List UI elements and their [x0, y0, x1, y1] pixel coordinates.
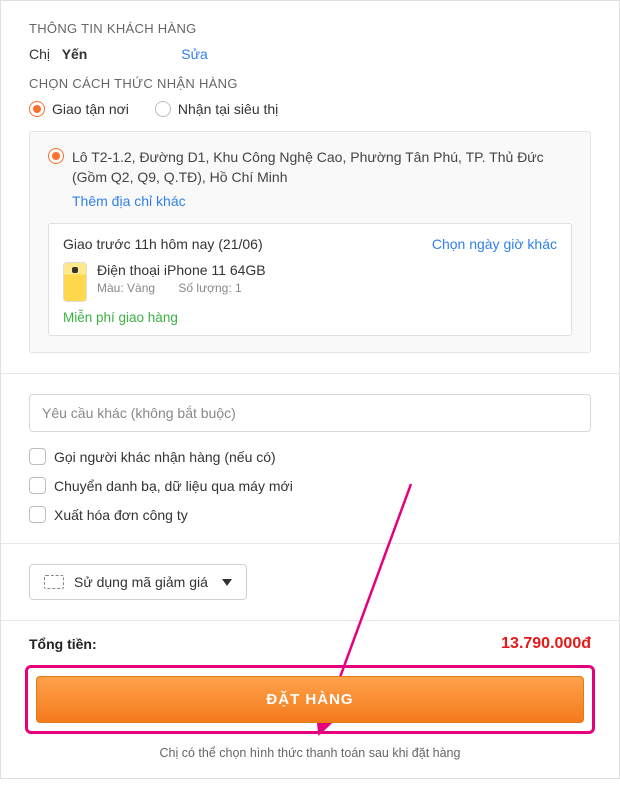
- radio-dot-icon: [48, 148, 64, 164]
- customer-section-title: THÔNG TIN KHÁCH HÀNG: [29, 21, 591, 36]
- check-invoice-label: Xuất hóa đơn công ty: [54, 507, 188, 523]
- radio-store-label: Nhận tại siêu thị: [178, 101, 278, 117]
- checkbox-icon: [29, 448, 46, 465]
- radio-home-label: Giao tận nơi: [52, 101, 129, 117]
- check-invoice[interactable]: Xuất hóa đơn công ty: [29, 506, 591, 523]
- radio-dot-icon: [155, 101, 171, 117]
- product-color: Màu: Vàng: [97, 281, 155, 295]
- customer-name: Yến: [62, 46, 88, 62]
- free-ship-text: Miễn phí giao hàng: [63, 310, 557, 325]
- summary-section: Tổng tiền: 13.790.000đ ĐẶT HÀNG Chị có t…: [1, 621, 619, 778]
- address-block: Lô T2-1.2, Đường D1, Khu Công Nghệ Cao, …: [72, 148, 572, 209]
- product-meta: Màu: Vàng Số lượng: 1: [97, 281, 266, 295]
- chevron-down-icon: [222, 579, 232, 586]
- note-input[interactable]: [29, 394, 591, 432]
- product-thumb-icon: [63, 262, 87, 302]
- radio-store-pickup[interactable]: Nhận tại siêu thị: [155, 101, 278, 117]
- radio-address[interactable]: [48, 148, 64, 164]
- checkbox-icon: [29, 506, 46, 523]
- delivery-section-title: CHỌN CÁCH THỨC NHẬN HÀNG: [29, 76, 591, 91]
- check-other-receiver-label: Gọi người khác nhận hàng (nếu có): [54, 449, 276, 465]
- ticket-icon: [44, 575, 64, 589]
- cta-highlight-box: ĐẶT HÀNG: [25, 665, 595, 734]
- coupon-label: Sử dụng mã giảm giá: [74, 574, 208, 590]
- disclaimer-text: Chị có thể chọn hình thức thanh toán sau…: [1, 746, 619, 778]
- extras-section: Gọi người khác nhận hàng (nếu có) Chuyển…: [1, 374, 619, 544]
- ship-when-text: Giao trước 11h hôm nay (21/06): [63, 236, 263, 252]
- customer-name-line: Chị Yến Sửa: [29, 46, 591, 62]
- shipping-head: Giao trước 11h hôm nay (21/06) Chọn ngày…: [63, 236, 557, 252]
- check-other-receiver[interactable]: Gọi người khác nhận hàng (nếu có): [29, 448, 591, 465]
- check-transfer-data-label: Chuyển danh bạ, dữ liệu qua máy mới: [54, 478, 293, 494]
- product-line: Điện thoại iPhone 11 64GB Màu: Vàng Số l…: [63, 262, 557, 302]
- edit-customer-link[interactable]: Sửa: [181, 46, 208, 62]
- product-name: Điện thoại iPhone 11 64GB: [97, 262, 266, 278]
- total-row: Tổng tiền: 13.790.000đ: [1, 621, 619, 659]
- coupon-button[interactable]: Sử dụng mã giảm giá: [29, 564, 247, 600]
- place-order-button[interactable]: ĐẶT HÀNG: [36, 676, 584, 723]
- address-row: Lô T2-1.2, Đường D1, Khu Công Nghệ Cao, …: [48, 148, 572, 209]
- product-info: Điện thoại iPhone 11 64GB Màu: Vàng Số l…: [97, 262, 266, 295]
- check-transfer-data[interactable]: Chuyển danh bạ, dữ liệu qua máy mới: [29, 477, 591, 494]
- address-subcard: Lô T2-1.2, Đường D1, Khu Công Nghệ Cao, …: [29, 131, 591, 353]
- add-address-link[interactable]: Thêm địa chỉ khác: [72, 193, 186, 209]
- total-value: 13.790.000đ: [501, 635, 591, 653]
- address-text: Lô T2-1.2, Đường D1, Khu Công Nghệ Cao, …: [72, 148, 572, 187]
- radio-home-delivery[interactable]: Giao tận nơi: [29, 101, 129, 117]
- checkbox-icon: [29, 477, 46, 494]
- checks-list: Gọi người khác nhận hàng (nếu có) Chuyển…: [29, 448, 591, 523]
- checkout-panel: THÔNG TIN KHÁCH HÀNG Chị Yến Sửa CHỌN CÁ…: [0, 0, 620, 779]
- shipping-box: Giao trước 11h hôm nay (21/06) Chọn ngày…: [48, 223, 572, 336]
- product-qty: Số lượng: 1: [178, 281, 241, 295]
- choose-other-time-link[interactable]: Chọn ngày giờ khác: [432, 236, 557, 252]
- total-label: Tổng tiền:: [29, 636, 97, 652]
- coupon-section: Sử dụng mã giảm giá: [1, 544, 619, 621]
- radio-dot-icon: [29, 101, 45, 117]
- delivery-method-radios: Giao tận nơi Nhận tại siêu thị: [29, 101, 591, 117]
- customer-prefix: Chị: [29, 46, 50, 62]
- customer-section: THÔNG TIN KHÁCH HÀNG Chị Yến Sửa CHỌN CÁ…: [1, 1, 619, 374]
